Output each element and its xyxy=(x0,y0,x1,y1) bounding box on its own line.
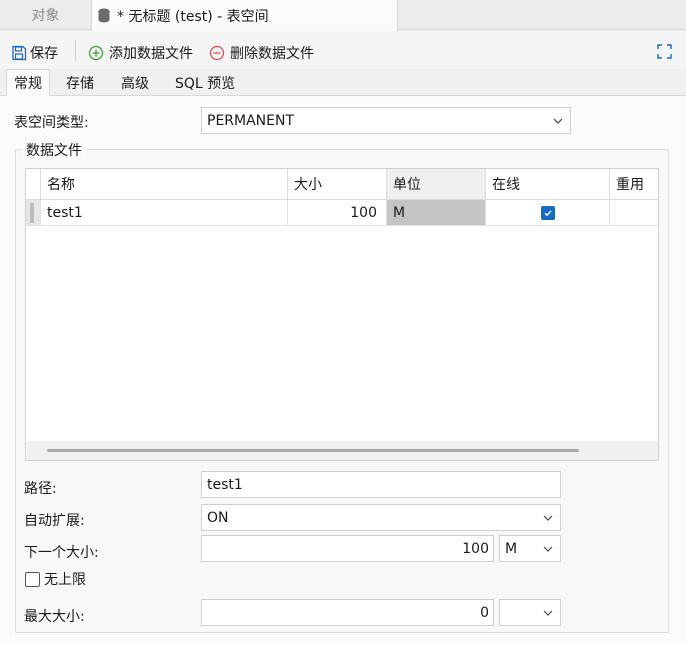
database-icon xyxy=(98,8,110,23)
next-size-unit-value: M xyxy=(505,540,518,557)
remove-circle-icon xyxy=(209,45,225,61)
cell-name[interactable]: test1 xyxy=(41,200,288,226)
autoextend-select[interactable]: ON xyxy=(201,504,561,531)
tablespace-type-select[interactable]: PERMANENT xyxy=(201,107,571,134)
cell-size-value: 100 xyxy=(350,204,377,221)
online-checkbox[interactable] xyxy=(540,205,555,220)
column-header-online-label: 在线 xyxy=(492,177,520,193)
path-input[interactable]: test1 xyxy=(201,471,561,498)
next-size-input[interactable]: 100 xyxy=(201,535,494,562)
cell-size[interactable]: 100 xyxy=(288,200,387,226)
cell-unit[interactable]: M xyxy=(387,200,486,226)
chevron-down-icon xyxy=(543,546,553,552)
grid-row-header-corner xyxy=(26,169,41,200)
next-size-value: 100 xyxy=(462,540,489,557)
row-selected-indicator xyxy=(30,202,34,223)
next-size-unit-select[interactable]: M xyxy=(499,535,561,562)
check-icon xyxy=(544,209,552,216)
tab-sql-preview-label: SQL 预览 xyxy=(175,75,236,92)
tablespace-type-value: PERMANENT xyxy=(207,112,295,129)
tab-storage[interactable]: 存储 xyxy=(59,69,101,96)
column-header-size[interactable]: 大小 xyxy=(288,169,387,200)
cell-name-value: test1 xyxy=(47,204,83,221)
tab-general-label: 常规 xyxy=(14,76,42,92)
section-tab-bar xyxy=(0,69,686,96)
column-header-unit[interactable]: 单位 xyxy=(387,169,486,200)
cell-reuse[interactable] xyxy=(610,200,658,226)
delete-datafile-label: 删除数据文件 xyxy=(230,46,314,62)
cell-online[interactable] xyxy=(486,200,610,226)
save-icon xyxy=(12,45,27,61)
save-button[interactable]: 保存 xyxy=(11,42,58,64)
next-size-label: 下一个大小: xyxy=(24,545,99,561)
add-datafile-button[interactable]: 添加数据文件 xyxy=(88,42,193,64)
max-size-value: 0 xyxy=(480,604,489,621)
column-header-name[interactable]: 名称 xyxy=(41,169,288,200)
cell-unit-value: M xyxy=(393,204,406,221)
column-header-reuse[interactable]: 重用 xyxy=(610,169,658,200)
tab-objects[interactable]: 对象 xyxy=(0,0,91,30)
tab-tablespace-label: * 无标题 (test) - 表空间 xyxy=(117,8,269,25)
tab-advanced-label: 高级 xyxy=(121,75,149,92)
maximize-button[interactable] xyxy=(657,44,672,59)
tablespace-type-label: 表空间类型: xyxy=(14,115,89,131)
add-datafile-label: 添加数据文件 xyxy=(109,46,193,62)
column-header-online[interactable]: 在线 xyxy=(486,169,610,200)
column-header-size-label: 大小 xyxy=(294,177,322,193)
max-size-label: 最大大小: xyxy=(24,609,85,625)
chevron-down-icon xyxy=(543,515,553,521)
tab-objects-label: 对象 xyxy=(31,8,60,24)
scrollbar-thumb[interactable] xyxy=(47,449,579,452)
autoextend-label: 自动扩展: xyxy=(24,513,85,529)
column-header-name-label: 名称 xyxy=(47,177,75,193)
tab-storage-label: 存储 xyxy=(66,75,94,92)
tab-general[interactable]: 常规 xyxy=(6,69,50,97)
toolbar-separator xyxy=(75,40,76,62)
path-value: test1 xyxy=(207,476,243,493)
datafile-grid: 名称 大小 单位 在线 重用 test1 100 M xyxy=(25,168,659,461)
chevron-down-icon xyxy=(543,610,553,616)
path-label: 路径: xyxy=(24,481,57,497)
unlimited-label: 无上限 xyxy=(44,572,86,588)
chevron-down-icon xyxy=(553,118,563,124)
tab-tablespace[interactable]: * 无标题 (test) - 表空间 xyxy=(91,0,398,31)
unlimited-checkbox[interactable] xyxy=(25,571,40,587)
tab-advanced[interactable]: 高级 xyxy=(114,69,156,96)
row-selector[interactable] xyxy=(26,200,41,226)
expand-icon xyxy=(657,44,672,59)
datafile-group-title: 数据文件 xyxy=(22,140,86,160)
max-size-input[interactable]: 0 xyxy=(201,599,494,626)
unlimited-checkbox-row[interactable]: 无上限 xyxy=(25,569,86,589)
horizontal-scrollbar[interactable] xyxy=(27,441,658,460)
autoextend-value: ON xyxy=(207,509,229,526)
column-header-reuse-label: 重用 xyxy=(616,177,644,193)
tab-sql-preview[interactable]: SQL 预览 xyxy=(168,69,242,96)
column-header-unit-label: 单位 xyxy=(393,177,421,193)
delete-datafile-button[interactable]: 删除数据文件 xyxy=(209,42,314,64)
add-circle-icon xyxy=(88,45,104,61)
save-label: 保存 xyxy=(30,46,58,62)
max-size-unit-select[interactable] xyxy=(499,599,561,626)
